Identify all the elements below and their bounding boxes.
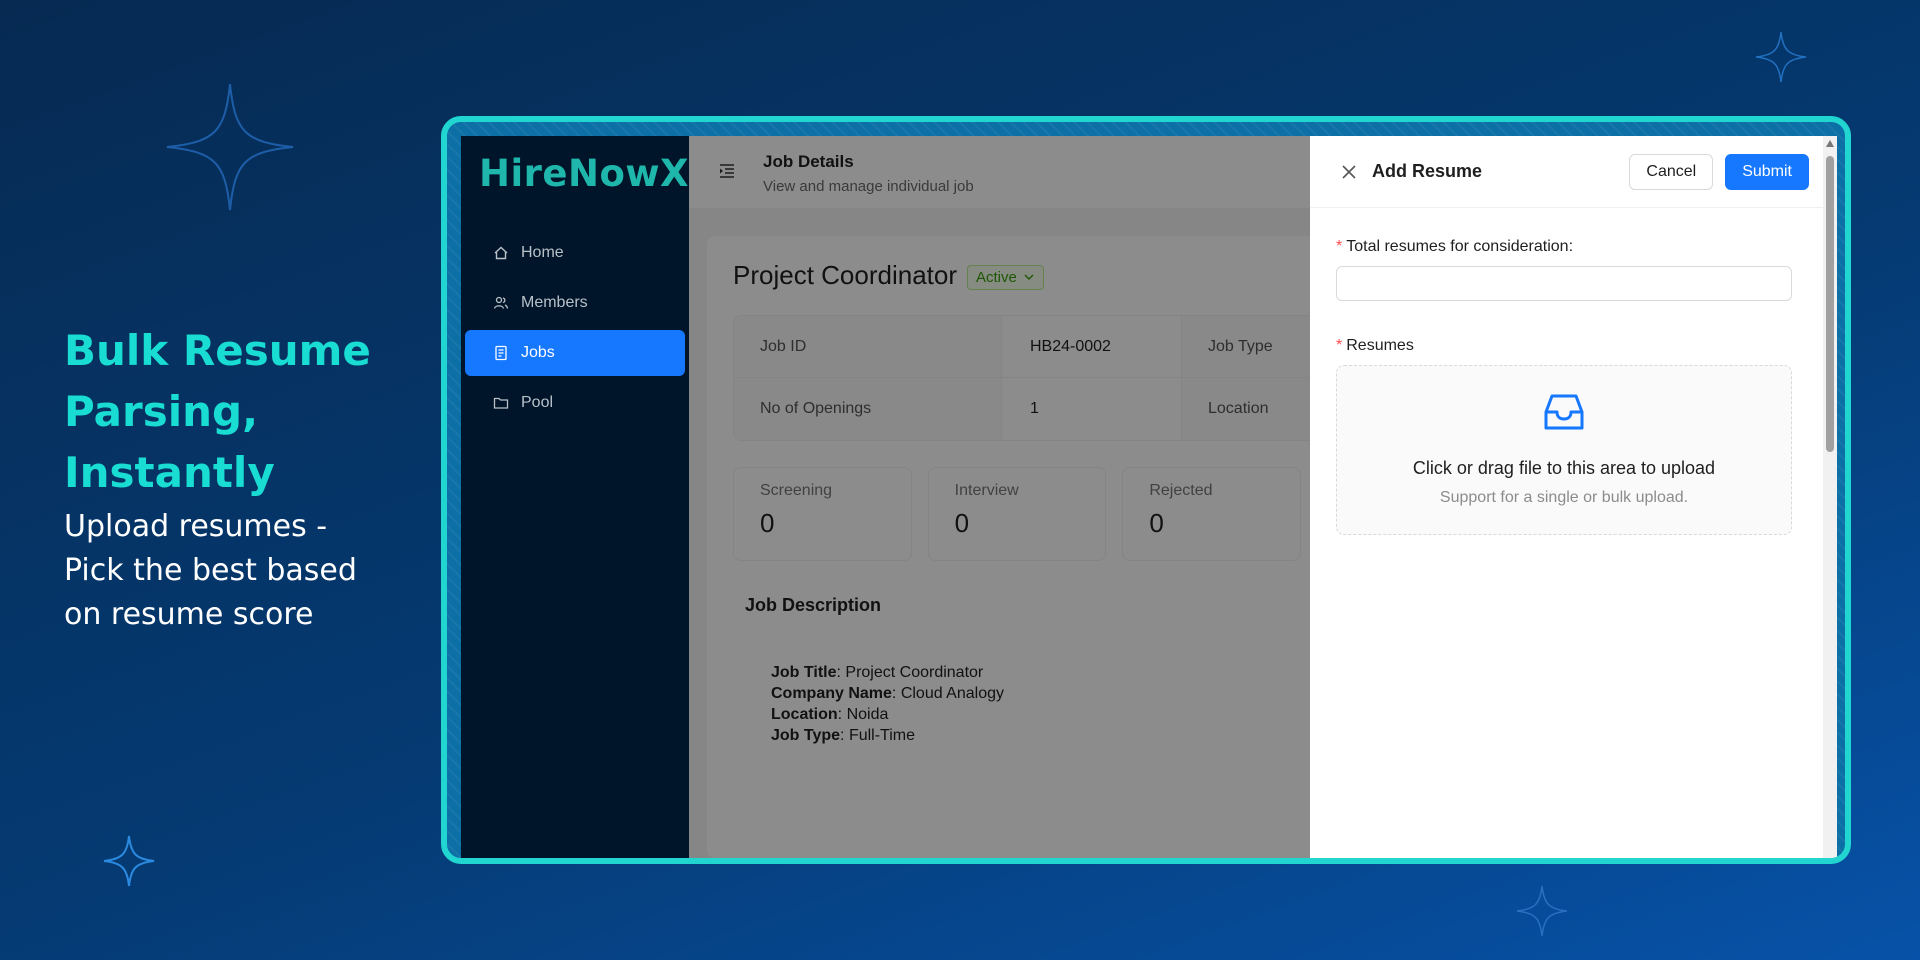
stat-card-rejected: Rejected 0 (1122, 467, 1302, 561)
upload-hint: Support for a single or bulk upload. (1439, 489, 1689, 506)
page-subtitle: View and manage individual job (763, 178, 974, 195)
required-mark: * (1336, 238, 1343, 255)
promo-subtitle: Upload resumes - Pick the best based on … (64, 505, 424, 637)
sidebar-item-label: Jobs (521, 344, 555, 361)
description-key: Job Title (771, 664, 837, 681)
sparkle-icon (166, 83, 294, 211)
sidebar-item-label: Home (521, 244, 564, 261)
main-content: Job Details View and manage individual j… (689, 136, 1837, 858)
promo-title-line: Parsing, (64, 387, 259, 436)
job-details-table: Job ID HB24-0002 Job Type No of Openings… (733, 315, 1333, 441)
stat-card-screening: Screening 0 (733, 467, 912, 561)
scrollbar-thumb[interactable] (1826, 156, 1834, 452)
description-key: Location (771, 706, 838, 723)
drawer-scrollbar[interactable] (1823, 136, 1837, 858)
inbox-icon (1542, 390, 1586, 434)
job-card: Project Coordinator Active Job ID HB24-0… (707, 236, 1333, 858)
promo-title: Bulk Resume Parsing, Instantly (64, 320, 424, 503)
table-row: No of Openings 1 Location (734, 378, 1332, 440)
upload-dropzone[interactable]: Click or drag file to this area to uploa… (1336, 365, 1792, 535)
stat-value: 0 (760, 508, 775, 538)
sidebar-item-home[interactable]: Home (465, 230, 685, 276)
sidebar-item-members[interactable]: Members (465, 280, 685, 326)
promo-subtitle-line: Upload resumes - (64, 509, 328, 544)
job-description: Job Title: Project Coordinator Company N… (771, 662, 1301, 746)
sidebar-item-jobs[interactable]: Jobs (465, 330, 685, 376)
promo-title-line: Bulk Resume (64, 326, 371, 375)
job-description-heading: Job Description (745, 595, 882, 615)
stat-value: 0 (954, 508, 970, 538)
sidebar-item-label: Members (521, 294, 588, 311)
drawer-header: Add Resume Cancel Submit (1310, 136, 1837, 208)
status-dropdown[interactable]: Active (967, 264, 1044, 290)
resumes-label: * Resumes (1336, 337, 1809, 355)
members-icon (493, 295, 509, 311)
list-item: Job Type: Full-Time (771, 725, 1301, 746)
cancel-button[interactable]: Cancel (1629, 153, 1714, 190)
job-heading: Project Coordinator Active (733, 260, 1301, 291)
screenshot-frame: HireNowX Home Members Jobs Pool Job Deta… (441, 116, 1851, 864)
sparkle-icon (103, 835, 155, 887)
detail-value: 1 (1002, 378, 1182, 440)
description-value: : Cloud Analogy (891, 685, 1004, 702)
scroll-up-icon[interactable] (1826, 140, 1834, 147)
add-resume-drawer: Add Resume Cancel Submit * Total resumes … (1310, 136, 1837, 858)
list-item: Job Title: Project Coordinator (771, 662, 1301, 683)
description-value: : Noida (837, 706, 889, 723)
page-title: Job Details (763, 152, 854, 171)
total-resumes-label: * Total resumes for consideration: (1336, 238, 1809, 256)
jobs-icon (493, 345, 509, 361)
drawer-title: Add Resume (1372, 161, 1483, 181)
field-label-text: Resumes (1346, 337, 1414, 354)
sidebar: HireNowX Home Members Jobs Pool (461, 136, 689, 858)
stat-label: Rejected (1149, 482, 1213, 499)
app-window: HireNowX Home Members Jobs Pool Job Deta… (461, 136, 1837, 858)
status-badge: Active (976, 268, 1017, 286)
folder-icon (493, 395, 509, 411)
sidebar-item-label: Pool (521, 394, 554, 411)
sparkle-icon (1755, 31, 1807, 83)
required-mark: * (1336, 337, 1343, 354)
field-label-text: Total resumes for consideration: (1346, 238, 1574, 255)
app-logo: HireNowX (479, 152, 690, 195)
stat-label: Interview (954, 482, 1019, 499)
detail-label: Job ID (734, 316, 1002, 377)
home-icon (493, 245, 509, 261)
close-icon[interactable] (1340, 163, 1358, 181)
submit-button[interactable]: Submit (1725, 153, 1809, 190)
stat-value: 0 (1149, 508, 1164, 538)
description-value: : Project Coordinator (836, 664, 984, 681)
promo-subtitle-line: on resume score (64, 597, 314, 632)
pipeline-stats: Screening 0 Interview 0 Rejected 0 (733, 467, 1302, 561)
description-key: Job Type (771, 727, 841, 744)
stat-label: Screening (760, 482, 833, 499)
description-value: : Full-Time (840, 727, 916, 744)
menu-fold-icon[interactable] (717, 161, 737, 181)
promo-title-line: Instantly (64, 448, 275, 497)
chevron-down-icon (1023, 271, 1035, 283)
list-item: Location: Noida (771, 704, 1301, 725)
description-key: Company Name (771, 685, 892, 702)
sidebar-item-pool[interactable]: Pool (465, 380, 685, 426)
stat-card-interview: Interview 0 (927, 467, 1107, 561)
detail-value: HB24-0002 (1002, 316, 1182, 377)
table-row: Job ID HB24-0002 Job Type (734, 316, 1332, 378)
list-item: Company Name: Cloud Analogy (771, 683, 1301, 704)
detail-label: No of Openings (734, 378, 1002, 440)
upload-text: Click or drag file to this area to uploa… (1412, 458, 1716, 478)
total-resumes-input[interactable] (1336, 266, 1792, 301)
promo-text: Bulk Resume Parsing, Instantly Upload re… (64, 320, 424, 637)
promo-subtitle-line: Pick the best based (64, 553, 357, 588)
sparkle-icon (1516, 885, 1568, 937)
job-title: Project Coordinator (733, 260, 957, 290)
drawer-body: * Total resumes for consideration: * Resum… (1310, 208, 1837, 535)
sidebar-nav: Home Members Jobs Pool (461, 230, 689, 426)
